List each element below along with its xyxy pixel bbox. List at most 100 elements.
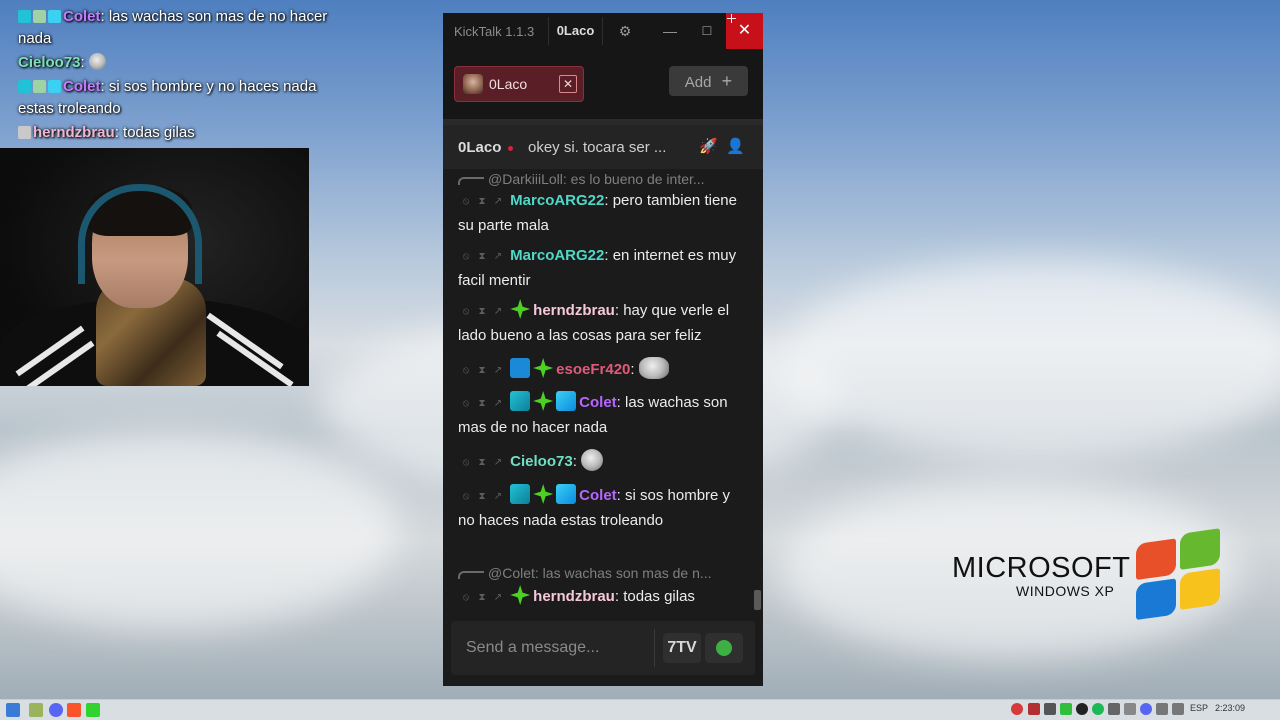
kick-tray-icon[interactable] [1060, 703, 1072, 715]
pin-icon[interactable]: ↗ [490, 586, 506, 610]
ban-icon[interactable]: ⦸ [458, 359, 474, 383]
chat-message: ⦸ ⧗ ↗ herndzbrau: hay que verle el lado bu… [458, 299, 750, 348]
message-username[interactable]: MarcoARG22 [510, 247, 604, 264]
kick-emote-button[interactable] [705, 633, 743, 663]
stream-title: okey si. tocara ser ... [528, 139, 667, 156]
timeout-icon[interactable]: ⧗ [474, 245, 490, 269]
taskbar-clock[interactable]: 2:23:09 [1215, 703, 1245, 713]
emote-badge-icon [33, 10, 46, 23]
rocket-icon[interactable]: 🚀 [699, 137, 718, 155]
start-windows-icon[interactable] [6, 703, 20, 717]
flag-blue-pane [1136, 578, 1176, 621]
message-username[interactable]: MarcoARG22 [510, 192, 604, 209]
kicktalk-taskbar-icon[interactable] [86, 703, 100, 717]
pin-icon[interactable]: ↗ [490, 485, 506, 509]
chat-message: ⦸ ⧗ ↗ MarcoARG22: pero tambien tiene su pa… [458, 190, 737, 234]
ban-icon[interactable]: ⦸ [458, 190, 474, 214]
add-channel-button[interactable]: Add + [669, 66, 748, 96]
flag-green-pane [1180, 528, 1220, 570]
pin-icon[interactable]: ↗ [490, 190, 506, 214]
tray-app-icon[interactable] [1124, 703, 1136, 715]
divider [654, 629, 655, 667]
pin-icon[interactable]: ↗ [490, 245, 506, 269]
webcam-feed [0, 148, 309, 386]
reply-preview[interactable]: @DarkiiiLoll: es lo bueno de inter... [458, 171, 750, 187]
message-text: todas gilas [623, 588, 695, 605]
message-username[interactable]: Colet [579, 487, 617, 504]
chat-messages[interactable]: @DarkiiiLoll: es lo bueno de inter... ⦸ ⧗… [443, 169, 763, 614]
reply-hook-icon [458, 177, 484, 185]
channel-tab-0laco[interactable]: 0Laco ✕ [454, 66, 584, 102]
vip-badge-icon [556, 391, 577, 411]
windows-flag-icon [1136, 528, 1222, 622]
taskbar: ESP 2:23:09 [0, 699, 1280, 720]
moderator-badge-icon [510, 358, 531, 378]
language-indicator[interactable]: ESP [1190, 703, 1208, 713]
timeout-icon[interactable]: ⧗ [474, 485, 490, 509]
timeout-icon[interactable]: ⧗ [474, 190, 490, 214]
add-channel-label: Add [684, 74, 712, 91]
stream-overlay-chat: Colet: las wachas son mas de no hacer na… [0, 0, 330, 146]
subscriber-badge-icon [533, 358, 554, 378]
chat-scrollbar[interactable] [754, 590, 761, 610]
reply-text: @Colet: las wachas son mas de n... [488, 565, 712, 581]
message-username[interactable]: herndzbrau [533, 588, 615, 605]
message-username[interactable]: Colet [579, 394, 617, 411]
channel-name[interactable]: 0Laco [458, 139, 501, 156]
seven-tv-emote-button[interactable]: 7TV [663, 633, 701, 663]
channel-avatar [463, 74, 483, 94]
spotify-tray-icon[interactable] [1092, 703, 1104, 715]
record-icon[interactable] [1011, 703, 1023, 715]
minimize-button[interactable]: — [652, 13, 688, 49]
ban-icon[interactable]: ⦸ [458, 451, 474, 475]
timeout-icon[interactable]: ⧗ [474, 392, 490, 416]
pin-icon[interactable]: ↗ [490, 451, 506, 475]
overlay-line: Colet: las wachas son mas de no hacer na… [18, 6, 330, 50]
user-account-button[interactable]: 0Laco [548, 17, 603, 45]
overlay-line: herndzbrau: todas gilas [18, 122, 330, 144]
message-input[interactable] [451, 621, 651, 675]
pin-icon[interactable]: ↗ [490, 359, 506, 383]
ban-icon[interactable]: ⦸ [458, 245, 474, 269]
volume-icon[interactable] [1172, 703, 1184, 715]
vip-badge-icon [48, 80, 61, 93]
discord-tray-icon[interactable] [1140, 703, 1152, 715]
ban-icon[interactable]: ⦸ [458, 392, 474, 416]
timeout-icon[interactable]: ⧗ [474, 586, 490, 610]
discord-icon[interactable] [49, 703, 63, 717]
ban-icon[interactable]: ⦸ [458, 485, 474, 509]
brave-browser-icon[interactable] [67, 703, 81, 717]
close-tab-icon[interactable]: ✕ [559, 75, 577, 93]
ban-icon[interactable]: ⦸ [458, 300, 474, 324]
desktop-cloud [0, 430, 400, 630]
user-list-icon[interactable]: 👤 [726, 137, 745, 155]
windows-xp-logo: MICROSOFT WINDOWS XP [952, 528, 1232, 624]
maximize-button[interactable]: ☐ [689, 13, 725, 49]
chat-message: ⦸ ⧗ ↗ herndzbrau: todas gilas [458, 585, 750, 610]
message-username[interactable]: herndzbrau [533, 302, 615, 319]
message-username[interactable]: esoeFr420 [556, 361, 630, 378]
title-bar[interactable]: KickTalk 1.1.3 0Laco ⚙ — ☐ ✕ [443, 13, 763, 49]
settings-gear-icon[interactable]: ⚙ [607, 13, 643, 49]
ban-icon[interactable]: ⦸ [458, 586, 474, 610]
timeout-icon[interactable]: ⧗ [474, 359, 490, 383]
pin-icon[interactable]: ↗ [490, 392, 506, 416]
timeout-icon[interactable]: ⧗ [474, 451, 490, 475]
vip-badge-icon [556, 484, 577, 504]
product-text: WINDOWS XP [1016, 583, 1115, 599]
tray-app-icon[interactable] [1044, 703, 1056, 715]
timeout-icon[interactable]: ⧗ [474, 300, 490, 324]
skull-emote-icon [581, 449, 604, 471]
microphone-icon[interactable] [1108, 703, 1120, 715]
overlay-line: Cieloo73: [18, 52, 330, 74]
flag-yellow-pane [1180, 568, 1220, 610]
network-icon[interactable] [1156, 703, 1168, 715]
file-explorer-icon[interactable] [29, 703, 43, 717]
message-username[interactable]: Cieloo73 [510, 453, 573, 470]
obs-tray-icon[interactable] [1076, 703, 1088, 715]
pin-icon[interactable]: ↗ [490, 300, 506, 324]
nvidia-tray-icon[interactable] [1028, 703, 1040, 715]
reply-preview[interactable]: @Colet: las wachas son mas de n... [458, 565, 750, 581]
brand-text: MICROSOFT [952, 552, 1131, 584]
overlay-username: herndzbrau [33, 124, 115, 141]
